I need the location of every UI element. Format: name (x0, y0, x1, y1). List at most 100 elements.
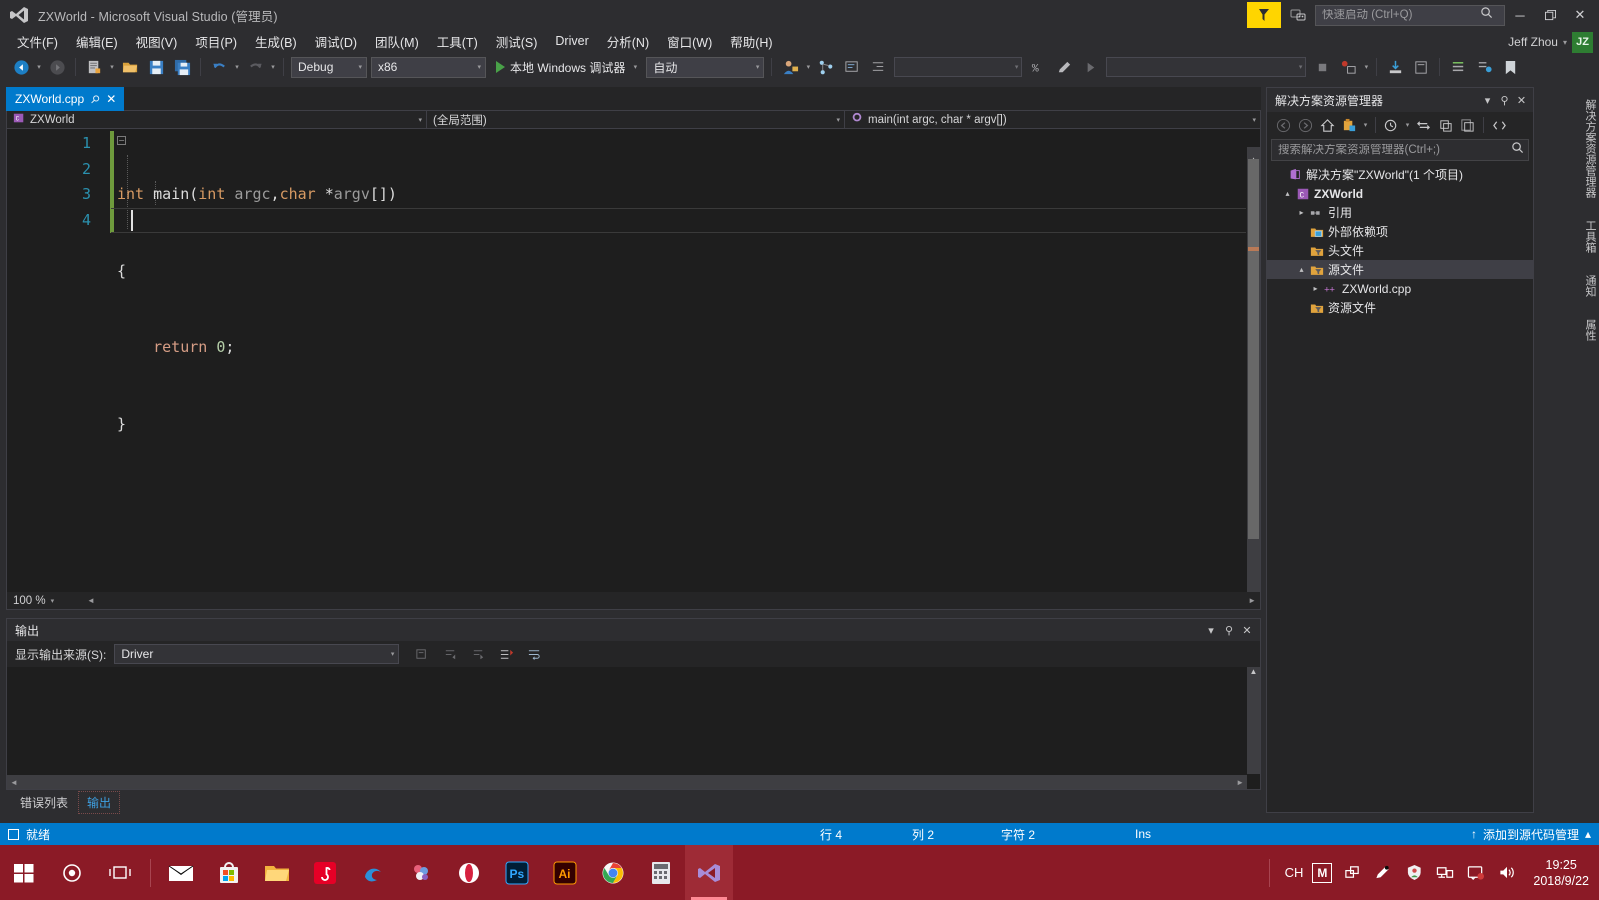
output-vertical-scrollbar[interactable]: ▲ (1247, 667, 1260, 774)
chevron-down-icon[interactable]: ▾ (1361, 121, 1370, 129)
breakpoints-window-icon[interactable] (1336, 56, 1360, 78)
pending-changes-filter-icon[interactable] (1339, 115, 1360, 135)
solution-explorer-search-box[interactable] (1271, 139, 1529, 161)
cortana-search-icon[interactable] (48, 845, 96, 900)
tree-expander[interactable]: ▸ (1309, 284, 1322, 293)
scrollbar-thumb[interactable] (1248, 159, 1259, 539)
nav-back-dropdown-icon[interactable]: ▾ (34, 63, 44, 71)
output-text-body[interactable]: ▲ ◄ ► (7, 667, 1260, 789)
scroll-right-arrow-icon[interactable]: ► (1248, 596, 1256, 605)
find-symbol-icon[interactable]: % (1026, 56, 1050, 78)
navigate-back-icon[interactable] (9, 56, 33, 78)
debug-type-combo[interactable]: 自动 ▾ (646, 56, 765, 78)
menu-item-window[interactable]: 窗口(W) (658, 29, 721, 54)
navigate-forward-icon[interactable] (45, 56, 69, 78)
pen-tablet-icon[interactable] (1372, 864, 1394, 881)
close-icon[interactable]: ✕ (1513, 94, 1530, 107)
search-icon[interactable] (1511, 141, 1524, 159)
refresh-icon[interactable] (1413, 115, 1434, 135)
menu-item-help[interactable]: 帮助(H) (721, 29, 781, 54)
close-icon[interactable]: ✕ (106, 92, 116, 106)
edge-browser-icon[interactable] (349, 845, 397, 900)
pin-icon[interactable]: ⚲ (1496, 94, 1513, 107)
breakpoints-dropdown-icon[interactable]: ▾ (1361, 63, 1371, 71)
view-code-icon[interactable] (1489, 115, 1510, 135)
menu-item-edit[interactable]: 编辑(E) (67, 29, 127, 54)
code-map-icon[interactable] (814, 56, 838, 78)
tree-item-source-files[interactable]: ▴ 源文件 (1267, 260, 1533, 279)
vertical-tab-notifications[interactable]: 通知 (1579, 269, 1599, 303)
task-list-icon[interactable] (1446, 56, 1470, 78)
pin-icon[interactable]: ⚲ (1220, 624, 1238, 637)
user-account-area[interactable]: Jeff Zhou ▾ JZ (1508, 30, 1593, 54)
show-all-files-icon[interactable] (1457, 115, 1478, 135)
save-icon[interactable] (144, 56, 168, 78)
navbar-project-combo[interactable]: C ZXWorld ▾ (7, 111, 427, 128)
visual-studio-icon[interactable] (685, 845, 733, 900)
clear-all-icon[interactable] (494, 643, 518, 665)
status-source-control-group[interactable]: ↑ 添加到源代码管理 ▴ (1471, 826, 1591, 843)
vertical-tab-solution-explorer[interactable]: 解决方案资源管理器 (1579, 93, 1599, 204)
scroll-right-arrow-icon[interactable]: ► (1236, 778, 1244, 787)
windows-start-icon[interactable] (0, 845, 48, 900)
go-to-next-icon[interactable] (466, 643, 490, 665)
chevron-down-icon[interactable]: ▾ (1403, 121, 1412, 129)
tree-item-references[interactable]: ▸ 引用 (1267, 203, 1533, 222)
attach-dropdown-icon[interactable]: ▾ (803, 63, 813, 71)
task-view-icon[interactable] (96, 845, 144, 900)
action-center-icon[interactable] (1465, 864, 1487, 881)
tree-item-solution[interactable]: 解决方案"ZXWorld"(1 个项目) (1267, 165, 1533, 184)
calculator-icon[interactable] (637, 845, 685, 900)
solution-configuration-combo[interactable]: Debug ▾ (291, 56, 367, 78)
mail-icon[interactable] (157, 845, 205, 900)
menu-item-build[interactable]: 生成(B) (246, 29, 306, 54)
restore-button[interactable] (1535, 1, 1565, 29)
tree-expander[interactable]: ▴ (1281, 189, 1294, 198)
microsoft-store-icon[interactable] (205, 845, 253, 900)
save-all-icon[interactable] (170, 56, 194, 78)
scroll-left-arrow-icon[interactable]: ◄ (10, 778, 18, 787)
opera-icon[interactable] (445, 845, 493, 900)
indent-icon[interactable] (866, 56, 890, 78)
comment-selection-icon[interactable] (840, 56, 864, 78)
share-icon[interactable] (1341, 864, 1363, 881)
ime-mode-indicator[interactable]: M (1312, 862, 1333, 883)
undo-icon[interactable] (207, 56, 231, 78)
network-icon[interactable] (1434, 864, 1456, 881)
chevron-down-icon[interactable]: ▾ (630, 63, 640, 71)
collapse-all-icon[interactable] (1435, 115, 1456, 135)
solution-platform-combo[interactable]: x86 ▾ (371, 56, 486, 78)
forward-icon[interactable] (1295, 115, 1316, 135)
minimize-button[interactable]: ─ (1505, 1, 1535, 29)
edit-pencil-icon[interactable] (1052, 56, 1076, 78)
toggle-word-wrap-icon[interactable] (522, 643, 546, 665)
bookmark-icon[interactable] (1498, 56, 1522, 78)
chevron-up-icon[interactable]: ▴ (1585, 827, 1591, 841)
tab-error-list[interactable]: 错误列表 (12, 792, 76, 813)
find-message-icon[interactable] (410, 643, 434, 665)
menu-item-team[interactable]: 团队(M) (366, 29, 428, 54)
menu-item-debug[interactable]: 调试(D) (306, 29, 366, 54)
pin-icon[interactable]: ⚲ (88, 92, 103, 106)
sync-with-active-document-icon[interactable] (1381, 115, 1402, 135)
navbar-scope-combo[interactable]: (全局范围) ▾ (427, 111, 845, 128)
solution-explorer-search-input[interactable] (1278, 144, 1511, 156)
quick-launch-box[interactable] (1315, 4, 1505, 26)
code-text-area[interactable]: 1 2 3 4 − int main(int argc,char *argv[]… (7, 129, 1260, 592)
redo-icon[interactable] (243, 56, 267, 78)
vertical-tab-toolbox[interactable]: 工具箱 (1579, 214, 1599, 259)
ime-language-label[interactable]: CH (1285, 865, 1304, 880)
file-explorer-icon[interactable] (253, 845, 301, 900)
tree-item-resource-files[interactable]: 资源文件 (1267, 298, 1533, 317)
close-button[interactable]: ✕ (1565, 1, 1595, 29)
scroll-up-arrow-icon[interactable]: ▲ (1247, 667, 1260, 676)
redo-dropdown-icon[interactable]: ▾ (268, 63, 278, 71)
run-search-icon[interactable] (1078, 56, 1102, 78)
menu-item-tools[interactable]: 工具(T) (428, 29, 487, 54)
tab-output[interactable]: 输出 (78, 790, 121, 814)
find-combo[interactable]: ▾ (894, 57, 1023, 77)
tree-item-project-zxworld[interactable]: ▴ C ZXWorld (1267, 184, 1533, 203)
editor-tab-zxworld-cpp[interactable]: ZXWorld.cpp ⚲ ✕ (6, 87, 125, 111)
find-in-files-combo[interactable]: ▾ (1106, 57, 1307, 77)
attach-to-process-icon[interactable] (778, 56, 802, 78)
